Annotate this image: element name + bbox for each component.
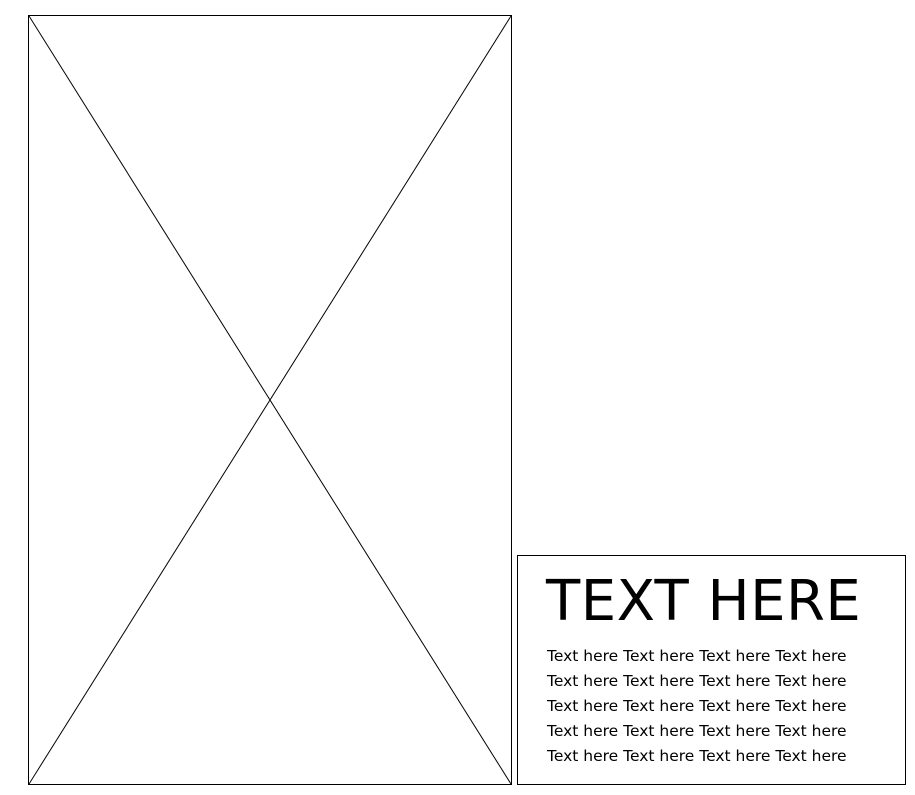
headline: TEXT HERE [546,569,862,634]
image-placeholder [28,15,512,785]
body-text-line: Text here Text here Text here Text here [547,697,847,715]
body-text-line: Text here Text here Text here Text here [547,722,847,740]
body-text-line: Text here Text here Text here Text here [547,647,847,665]
body-text: Text here Text here Text here Text here … [547,644,847,769]
body-text-line: Text here Text here Text here Text here [547,747,847,765]
body-text-line: Text here Text here Text here Text here [547,672,847,690]
text-box: TEXT HERE Text here Text here Text here … [517,555,906,785]
image-placeholder-cross-icon [29,16,511,784]
